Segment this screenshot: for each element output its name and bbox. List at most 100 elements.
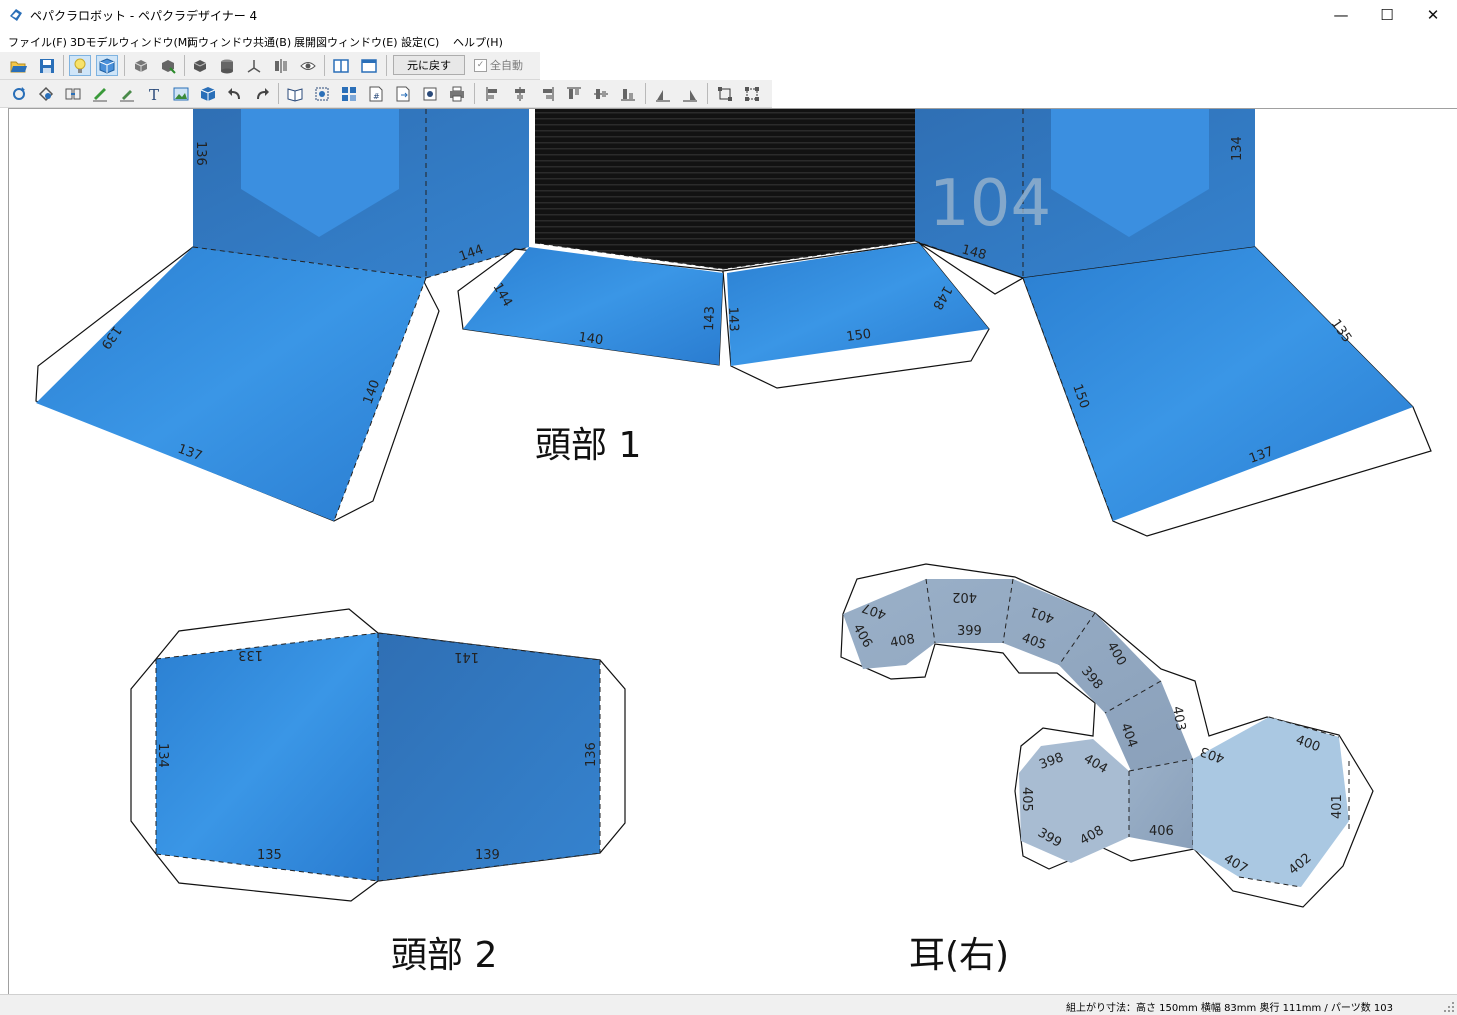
distribute-horizontal-icon	[656, 89, 670, 101]
split-window-icon	[333, 58, 349, 73]
paint-brush-icon	[120, 89, 134, 101]
3d-part-button[interactable]	[197, 83, 219, 104]
eye-icon	[300, 61, 316, 70]
group-button[interactable]	[741, 83, 763, 104]
toolbar-separator	[645, 83, 646, 104]
align-right-icon	[543, 86, 554, 101]
cube-view-button[interactable]	[189, 55, 211, 76]
edge-number: 134	[155, 743, 170, 768]
edge-number: 136	[584, 742, 599, 767]
cylinder-button[interactable]	[216, 55, 238, 76]
menu-unfold-window[interactable]: 展開図ウィンドウ(E)	[294, 34, 398, 50]
align-right-button[interactable]	[536, 83, 558, 104]
text-button[interactable]: T	[143, 83, 165, 104]
part-group-head2[interactable]: 133 141 134 136 135 139 頭部 2	[130, 608, 626, 976]
page-number-button[interactable]: #	[365, 83, 387, 104]
image-button[interactable]	[170, 83, 192, 104]
flap-button[interactable]	[35, 83, 57, 104]
align-center-icon	[515, 86, 525, 101]
group-label-head1: 頭部 1	[535, 425, 641, 466]
group-label-head2: 頭部 2	[391, 935, 497, 976]
model-move-icon	[162, 59, 176, 74]
text-icon: T	[149, 86, 159, 102]
close-button[interactable]: ✕	[1410, 0, 1456, 30]
minimize-button[interactable]: —	[1318, 0, 1364, 30]
align-left-button[interactable]	[482, 83, 504, 104]
part-group-head1[interactable]: 104 136 144 144 140 143 143 150 148 148 …	[35, 109, 1432, 537]
rotate-part-button[interactable]	[8, 83, 30, 104]
status-dimensions: 組上がり寸法：高さ 150mm 横幅 83mm 奥行 111mm / パーツ数 …	[1065, 1003, 1393, 1014]
edge-number: 143	[702, 306, 718, 331]
menu-help[interactable]: ヘルプ(H)	[453, 34, 503, 50]
light-toggle-button[interactable]	[69, 55, 91, 76]
split-view-button[interactable]	[330, 55, 352, 76]
light-bulb-icon	[74, 58, 86, 73]
redo-icon	[257, 87, 269, 99]
export-button[interactable]	[392, 83, 414, 104]
model-rotate-icon	[134, 59, 148, 72]
fit-part-button[interactable]	[311, 83, 333, 104]
undo-icon	[228, 87, 240, 99]
unfold-canvas[interactable]: 104 136 144 144 140 143 143 150 148 148 …	[8, 108, 1457, 995]
layout-button[interactable]	[338, 83, 360, 104]
line-edit-button[interactable]	[89, 83, 111, 104]
undo-button[interactable]	[224, 83, 246, 104]
open-button[interactable]	[8, 55, 30, 76]
rotate-model-button[interactable]	[130, 55, 152, 76]
align-top-button[interactable]	[563, 83, 585, 104]
part-group-ear-right[interactable]: 407 402 401 406 408 399 405 400 398 403 …	[840, 563, 1374, 976]
single-view-button[interactable]	[358, 55, 380, 76]
toolbar-separator	[386, 55, 387, 76]
cylinder-icon	[221, 59, 233, 73]
open-book-button[interactable]	[284, 83, 306, 104]
edge-number: 401	[1330, 794, 1345, 819]
view-eye-button[interactable]	[297, 55, 319, 76]
maximize-button[interactable]: ☐	[1364, 0, 1410, 30]
page-number-icon: #	[369, 86, 383, 101]
print-preview-button[interactable]	[419, 83, 441, 104]
texture-toggle-button[interactable]	[96, 55, 118, 76]
mirror-button[interactable]	[270, 55, 292, 76]
menu-file[interactable]: ファイル(F)	[8, 34, 67, 50]
toolbar-separator	[184, 55, 185, 76]
menu-3d-window[interactable]: 3Dモデルウィンドウ(M)	[70, 34, 192, 50]
resize-grip-icon[interactable]	[1443, 1001, 1455, 1013]
select-frame-icon	[718, 86, 732, 101]
align-middle-button[interactable]	[590, 83, 612, 104]
toolbar-unfold: T #	[0, 80, 772, 108]
distribute-vertical-icon	[683, 89, 697, 101]
grid-layout-icon	[342, 86, 356, 101]
save-button[interactable]	[36, 55, 58, 76]
menu-both-windows[interactable]: 両ウィンドウ共通(B)	[187, 34, 291, 50]
group-label-ear-right: 耳(右)	[909, 935, 1009, 976]
floppy-icon	[40, 58, 54, 73]
face-133[interactable]	[156, 633, 378, 881]
toolbar-separator	[474, 83, 475, 104]
distribute-h-button[interactable]	[652, 83, 674, 104]
flap-icon	[38, 86, 54, 101]
redo-button[interactable]	[251, 83, 273, 104]
join-button[interactable]	[62, 83, 84, 104]
axis-button[interactable]	[243, 55, 265, 76]
printer-icon	[450, 86, 464, 101]
distribute-v-button[interactable]	[679, 83, 701, 104]
align-bottom-button[interactable]	[617, 83, 639, 104]
align-center-button[interactable]	[509, 83, 531, 104]
group-frame-icon	[745, 86, 759, 101]
svg-text:#: #	[373, 92, 380, 101]
print-button[interactable]	[446, 83, 468, 104]
box-icon	[200, 86, 216, 101]
paint-button[interactable]	[116, 83, 138, 104]
move-model-button[interactable]	[157, 55, 179, 76]
menu-bar: ファイル(F) 3Dモデルウィンドウ(M) 両ウィンドウ共通(B) 展開図ウィン…	[0, 30, 1457, 52]
menu-settings[interactable]: 設定(C)	[401, 34, 439, 50]
edge-number: 399	[957, 624, 982, 639]
visor-face[interactable]	[535, 109, 915, 269]
toolbar-separator	[278, 83, 279, 104]
face-141[interactable]	[378, 633, 600, 881]
undo-reset-button[interactable]: 元に戻す	[393, 55, 465, 75]
auto-checkbox[interactable]: ✓ 全自動	[474, 57, 523, 73]
select-all-button[interactable]	[714, 83, 736, 104]
watermark-text: 104	[929, 167, 1051, 241]
edge-number: 135	[257, 848, 282, 863]
